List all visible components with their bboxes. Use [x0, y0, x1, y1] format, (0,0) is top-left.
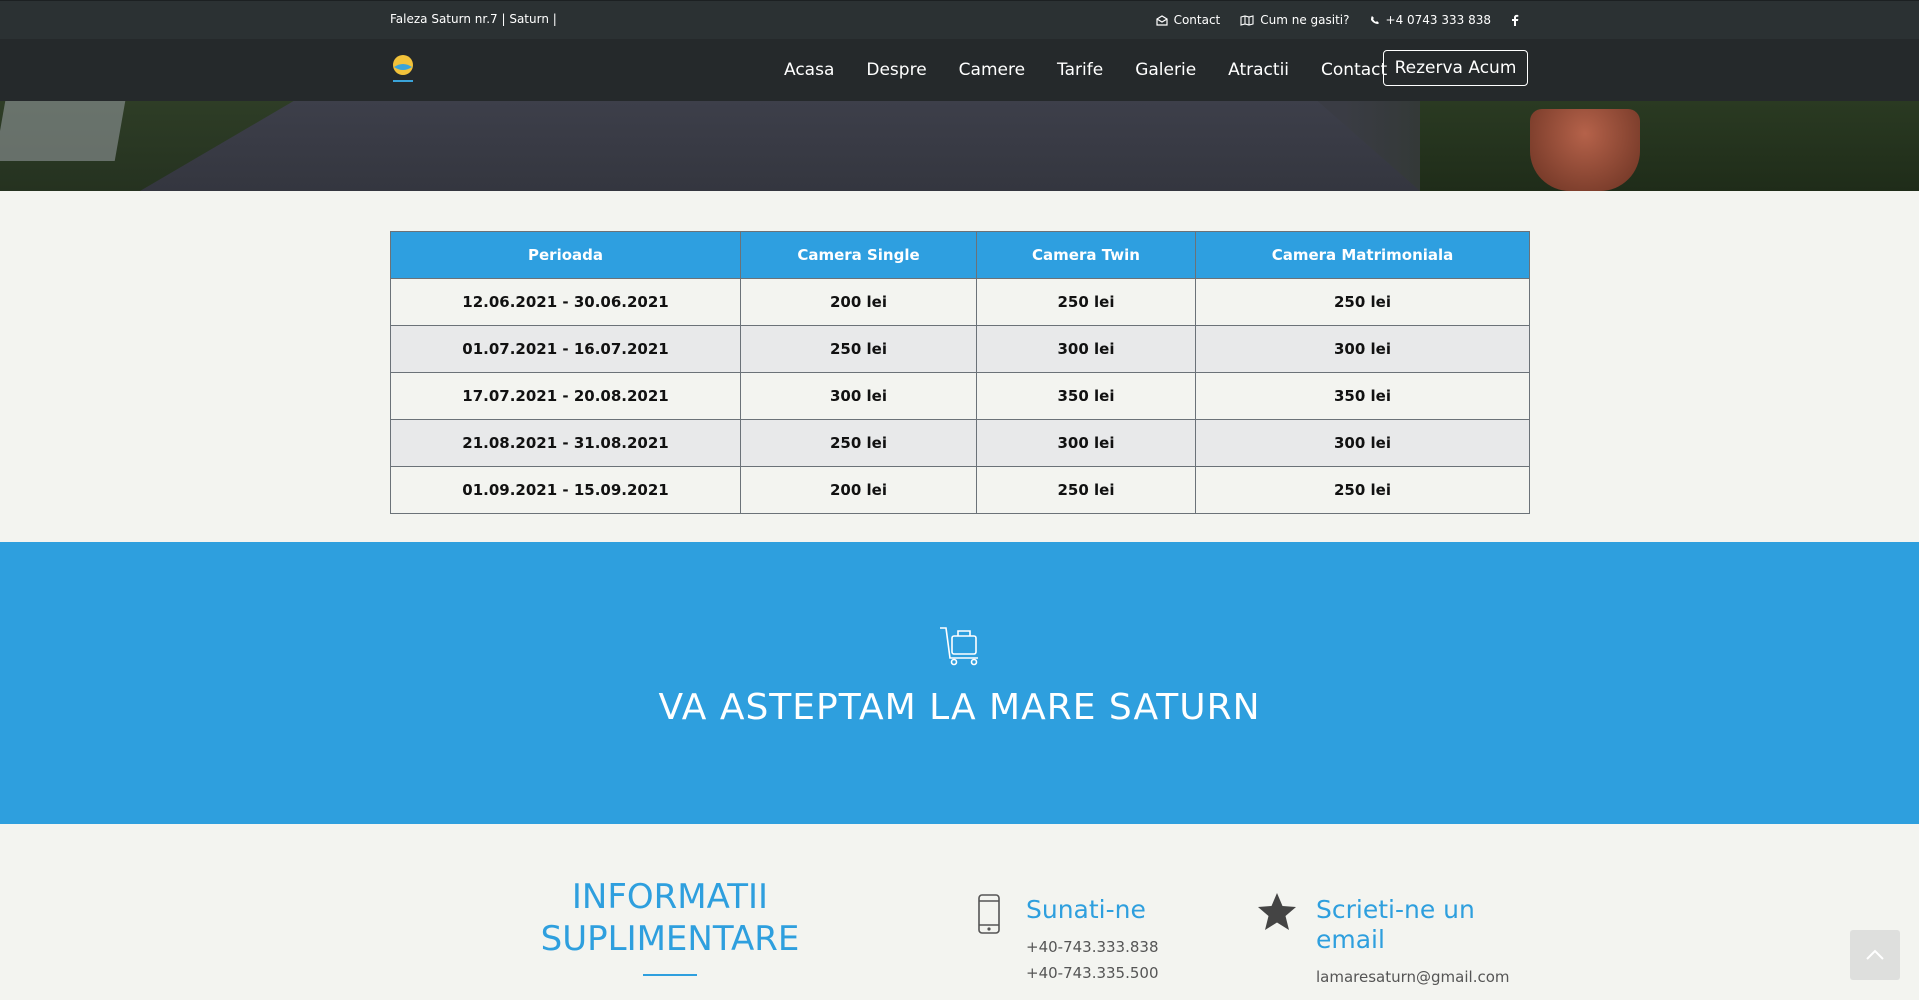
table-cell: 300 lei	[1195, 325, 1530, 373]
table-cell: 350 lei	[976, 372, 1196, 420]
header-camera-single: Camera Single	[740, 231, 977, 279]
nav-item-acasa[interactable]: Acasa	[784, 60, 834, 80]
info-section: INFORMATII SUPLIMENTARE Sunati-ne +40-74…	[0, 824, 1919, 1000]
table-row: 12.06.2021 - 30.06.2021 200 lei 250 lei …	[390, 278, 1530, 326]
hero-wall	[0, 101, 126, 161]
chevron-up-icon	[1865, 946, 1885, 965]
top-bar: Faleza Saturn nr.7 | Saturn | Contact Cu…	[0, 0, 1919, 39]
nav-item-galerie[interactable]: Galerie	[1135, 60, 1196, 80]
nav-item-camere[interactable]: Camere	[959, 60, 1025, 80]
phone-link[interactable]: +4 0743 333 838	[1370, 13, 1491, 27]
headline-underline	[643, 974, 697, 976]
table-cell: 300 lei	[740, 372, 977, 420]
header-camera-matrimoniala: Camera Matrimoniala	[1195, 231, 1530, 279]
hero-road	[140, 101, 1420, 191]
top-bar-links: Contact Cum ne gasiti? +4 0743 333 838	[1155, 13, 1519, 27]
cta-title: VA ASTEPTAM LA MARE SATURN	[658, 687, 1261, 728]
book-now-button[interactable]: Rezerva Acum	[1383, 50, 1528, 86]
table-header-row: Perioada Camera Single Camera Twin Camer…	[390, 231, 1530, 279]
info-headline-line2: SUPLIMENTARE	[540, 919, 800, 959]
hero-flower-pot	[1530, 109, 1640, 191]
site-logo[interactable]	[390, 53, 416, 85]
call-us-title: Sunati-ne	[1026, 895, 1146, 924]
email-address[interactable]: lamaresaturn@gmail.com	[1316, 968, 1510, 986]
back-to-top-button[interactable]	[1850, 930, 1900, 980]
table-row: 21.08.2021 - 31.08.2021 250 lei 300 lei …	[390, 419, 1530, 467]
luggage-cart-icon	[938, 622, 984, 668]
table-row: 01.09.2021 - 15.09.2021 200 lei 250 lei …	[390, 466, 1530, 514]
hero-image	[0, 101, 1919, 191]
facebook-link[interactable]	[1511, 14, 1519, 26]
table-cell: 350 lei	[1195, 372, 1530, 420]
phone-link-label: +4 0743 333 838	[1385, 13, 1491, 27]
nav-item-contact[interactable]: Contact	[1321, 60, 1387, 80]
address-text: Faleza Saturn nr.7 | Saturn |	[390, 12, 557, 26]
nav-menu: Acasa Despre Camere Tarife Galerie Atrac…	[784, 39, 1419, 101]
cta-band: VA ASTEPTAM LA MARE SATURN	[0, 542, 1919, 824]
contact-link[interactable]: Contact	[1155, 13, 1221, 27]
hero-grass-right	[1420, 101, 1919, 191]
table-cell: 300 lei	[1195, 419, 1530, 467]
map-icon	[1240, 14, 1254, 26]
table-cell: 01.07.2021 - 16.07.2021	[390, 325, 741, 373]
table-cell: 250 lei	[740, 419, 977, 467]
table-cell: 250 lei	[740, 325, 977, 373]
header-perioada: Perioada	[390, 231, 741, 279]
header-camera-twin: Camera Twin	[976, 231, 1196, 279]
table-cell: 250 lei	[976, 278, 1196, 326]
info-headline: INFORMATII SUPLIMENTARE	[470, 876, 870, 960]
table-cell: 200 lei	[740, 466, 977, 514]
table-cell: 21.08.2021 - 31.08.2021	[390, 419, 741, 467]
table-cell: 200 lei	[740, 278, 977, 326]
info-headline-line1: INFORMATII	[571, 877, 769, 917]
email-us-title: Scrieti-ne un email	[1316, 895, 1475, 954]
table-row: 17.07.2021 - 20.08.2021 300 lei 350 lei …	[390, 372, 1530, 420]
facebook-icon	[1511, 14, 1519, 26]
price-table-wrapper: Perioada Camera Single Camera Twin Camer…	[390, 231, 1530, 514]
mobile-phone-icon	[977, 894, 1001, 934]
envelope-icon	[1155, 14, 1168, 26]
price-table: Perioada Camera Single Camera Twin Camer…	[390, 231, 1530, 514]
table-cell: 17.07.2021 - 20.08.2021	[390, 372, 741, 420]
table-cell: 300 lei	[976, 325, 1196, 373]
phone-number-2[interactable]: +40-743.335.500	[1026, 964, 1159, 982]
nav-item-tarife[interactable]: Tarife	[1057, 60, 1103, 80]
table-cell: 250 lei	[976, 466, 1196, 514]
phone-number-1[interactable]: +40-743.333.838	[1026, 938, 1159, 956]
table-cell: 12.06.2021 - 30.06.2021	[390, 278, 741, 326]
nav-item-atractii[interactable]: Atractii	[1228, 60, 1289, 80]
table-cell: 300 lei	[976, 419, 1196, 467]
nav-item-despre[interactable]: Despre	[866, 60, 926, 80]
main-navbar: Acasa Despre Camere Tarife Galerie Atrac…	[0, 39, 1919, 101]
directions-link-label: Cum ne gasiti?	[1260, 13, 1350, 27]
table-cell: 01.09.2021 - 15.09.2021	[390, 466, 741, 514]
contact-link-label: Contact	[1173, 13, 1221, 27]
table-cell: 250 lei	[1195, 466, 1530, 514]
table-cell: 250 lei	[1195, 278, 1530, 326]
phone-icon	[1370, 15, 1380, 25]
star-icon	[1256, 891, 1298, 933]
table-row: 01.07.2021 - 16.07.2021 250 lei 300 lei …	[390, 325, 1530, 373]
directions-link[interactable]: Cum ne gasiti?	[1240, 13, 1350, 27]
